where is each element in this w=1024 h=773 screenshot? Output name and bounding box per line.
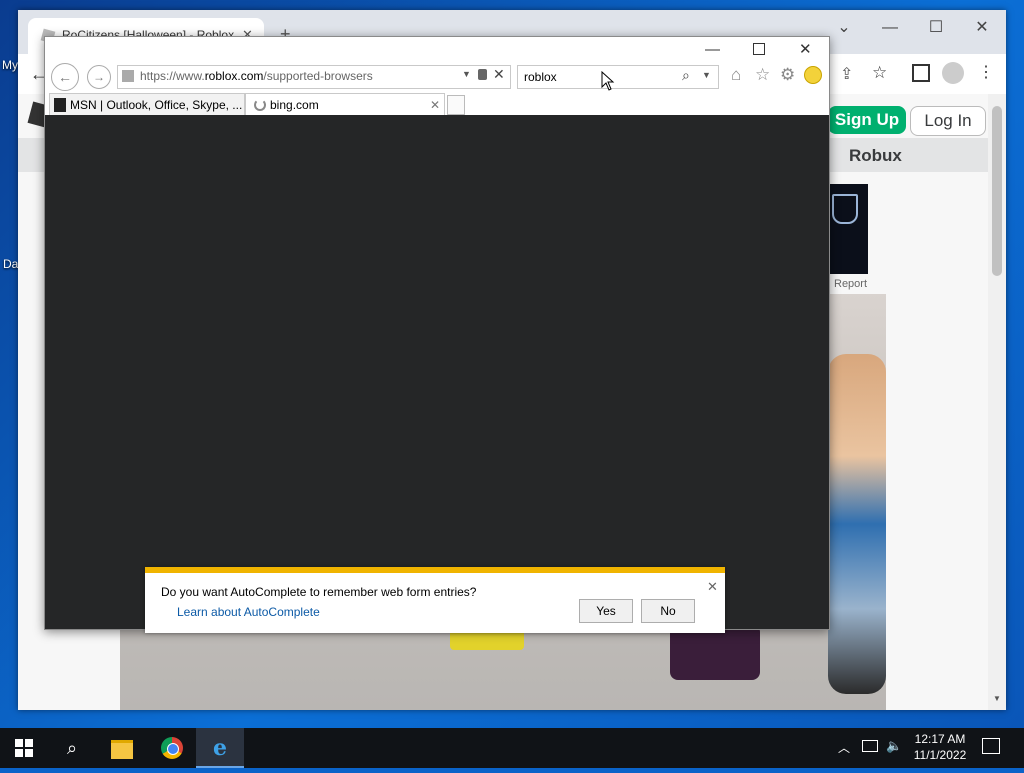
chevron-up-icon[interactable]: ︿ — [838, 739, 850, 756]
share-icon[interactable]: ⇪ — [840, 64, 853, 84]
ie-minimize-icon[interactable]: — — [705, 41, 720, 58]
scrollbar-thumb[interactable] — [992, 106, 1002, 276]
windows-start-icon[interactable] — [0, 728, 48, 768]
search-icon[interactable]: ⌕ — [48, 728, 96, 768]
robux-link[interactable]: Robux — [849, 146, 902, 166]
search-input[interactable]: roblox — [524, 70, 557, 84]
desktop-icon-label-my[interactable]: My — [2, 58, 18, 72]
notification-close-icon[interactable]: ✕ — [707, 579, 718, 595]
profile-avatar-icon[interactable] — [942, 62, 964, 84]
page-scrollbar[interactable]: ▼ — [988, 94, 1006, 710]
desktop-icon-label-da[interactable]: Da — [3, 257, 18, 271]
internet-explorer-icon[interactable]: e — [196, 728, 244, 768]
side-panel-icon[interactable] — [912, 64, 930, 82]
philips-ad[interactable] — [828, 184, 868, 274]
scroll-down-icon[interactable]: ▼ — [993, 694, 1001, 703]
maximize-icon[interactable]: ☐ — [916, 14, 956, 42]
ie-search-box[interactable]: roblox ⌕ ▼ — [517, 65, 719, 89]
yes-button[interactable]: Yes — [579, 599, 633, 623]
notifications-icon[interactable] — [982, 738, 1000, 754]
log-in-button[interactable]: Log In — [910, 106, 986, 136]
volume-icon[interactable]: 🔈 — [886, 738, 902, 754]
ie-close-icon[interactable]: ✕ — [799, 40, 812, 58]
ie-page-content — [45, 115, 829, 629]
msn-favicon-icon — [54, 98, 66, 112]
tools-gear-icon[interactable]: ⚙ — [780, 65, 795, 85]
ie-back-icon[interactable]: ← — [51, 63, 79, 91]
ie-tab-msn[interactable]: MSN | Outlook, Office, Skype, ... — [49, 93, 245, 116]
internet-explorer-window: — ✕ ← → https://www.roblox.com/supported… — [44, 36, 830, 633]
sign-up-button[interactable]: Sign Up — [828, 106, 906, 134]
lock-icon[interactable] — [478, 69, 487, 80]
feedback-smiley-icon[interactable] — [804, 66, 822, 84]
taskbar: ⌕ e ︿ 🔈 12:17 AM 11/1/2022 — [0, 728, 1024, 768]
avatar-figure — [828, 354, 886, 694]
network-icon[interactable] — [862, 740, 878, 752]
file-explorer-icon[interactable] — [98, 728, 146, 768]
chrome-icon[interactable] — [148, 728, 196, 768]
address-url: https://www.roblox.com/supported-browser… — [140, 69, 373, 83]
ie-tab-bing[interactable]: bing.com ✕ — [245, 93, 445, 116]
favorites-icon[interactable]: ☆ — [755, 65, 770, 85]
learn-autocomplete-link[interactable]: Learn about AutoComplete — [177, 605, 320, 619]
loading-spinner-icon — [254, 99, 266, 111]
clock[interactable]: 12:17 AM 11/1/2022 — [912, 731, 968, 763]
ie-maximize-icon[interactable] — [753, 43, 765, 55]
philips-shield-icon — [832, 194, 858, 224]
stop-icon[interactable]: ✕ — [493, 66, 505, 83]
search-icon[interactable]: ⌕ — [682, 67, 690, 84]
address-dropdown-icon[interactable]: ▼ — [462, 69, 471, 79]
clock-time: 12:17 AM — [914, 732, 966, 746]
ie-address-bar[interactable]: https://www.roblox.com/supported-browser… — [117, 65, 511, 89]
page-icon — [122, 70, 134, 82]
ie-close-tab-icon[interactable]: ✕ — [430, 94, 440, 116]
autocomplete-notification: Do you want AutoComplete to remember web… — [145, 567, 725, 633]
ie-tab-label: bing.com — [270, 98, 319, 112]
close-icon[interactable]: ✕ — [962, 14, 1002, 42]
mouse-cursor-icon — [601, 70, 615, 94]
bookmark-star-icon[interactable]: ☆ — [872, 63, 887, 83]
search-dropdown-icon[interactable]: ▼ — [702, 70, 711, 80]
home-icon[interactable]: ⌂ — [731, 65, 741, 85]
clock-date: 11/1/2022 — [913, 748, 967, 762]
autocomplete-question: Do you want AutoComplete to remember web… — [161, 585, 477, 599]
ie-tab-label: MSN | Outlook, Office, Skype, ... — [70, 98, 243, 112]
minimize-icon[interactable]: — — [870, 14, 910, 42]
no-button[interactable]: No — [641, 599, 695, 623]
ie-forward-icon[interactable]: → — [87, 65, 111, 89]
report-ad-link[interactable]: Report — [834, 278, 867, 290]
tab-search-icon[interactable]: ⌄ — [824, 14, 864, 42]
ie-new-tab-icon[interactable] — [447, 95, 465, 115]
more-menu-icon[interactable]: ⋮ — [978, 62, 994, 82]
